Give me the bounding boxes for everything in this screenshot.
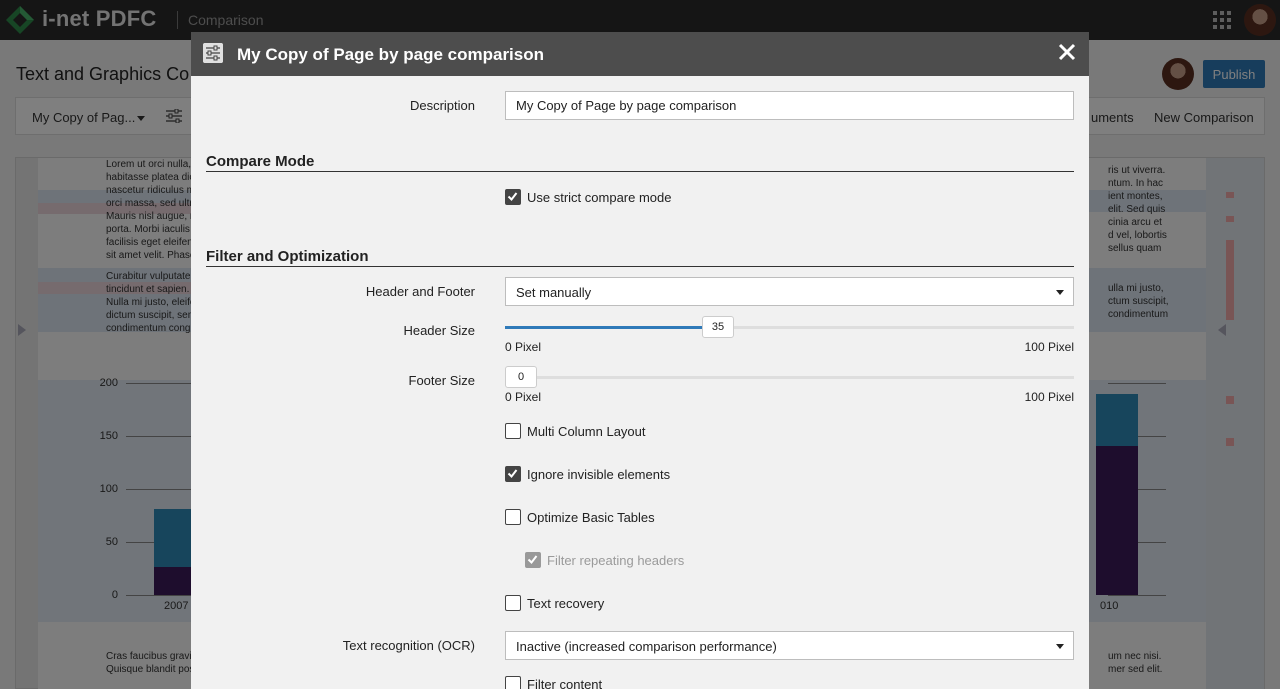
close-icon[interactable]	[1057, 42, 1077, 62]
ignore-invisible-checkbox[interactable]	[505, 466, 521, 482]
settings-sliders-icon	[203, 43, 223, 63]
check-icon	[527, 555, 538, 565]
filter-optimization-heading: Filter and Optimization	[206, 248, 369, 265]
ocr-select[interactable]: Inactive (increased comparison performan…	[505, 631, 1074, 660]
header-size-handle[interactable]: 35	[702, 316, 734, 338]
chevron-down-icon	[1056, 644, 1064, 649]
footer-size-slider[interactable]: 0	[505, 366, 1074, 390]
ocr-label: Text recognition (OCR)	[342, 638, 475, 653]
filter-repeating-checkbox	[525, 552, 541, 568]
slider-fill	[505, 326, 704, 329]
footer-size-handle[interactable]: 0	[505, 366, 537, 388]
header-size-min: 0 Pixel	[505, 340, 542, 354]
footer-size-min: 0 Pixel	[505, 390, 542, 404]
section-divider	[206, 171, 1074, 172]
multi-column-label[interactable]: Multi Column Layout	[527, 424, 646, 439]
ocr-value: Inactive (increased comparison performan…	[516, 639, 777, 654]
header-footer-label: Header and Footer	[365, 284, 475, 299]
text-recovery-label[interactable]: Text recovery	[527, 596, 604, 611]
header-footer-value: Set manually	[516, 285, 592, 300]
filter-content-checkbox[interactable]	[505, 676, 521, 689]
dialog-header: My Copy of Page by page comparison	[191, 32, 1089, 76]
header-size-max: 100 Pixel	[1024, 340, 1074, 354]
header-footer-select[interactable]: Set manually	[505, 277, 1074, 306]
filter-content-label[interactable]: Filter content	[527, 677, 602, 689]
footer-size-label: Footer Size	[408, 373, 475, 388]
strict-compare-label[interactable]: Use strict compare mode	[527, 190, 672, 205]
filter-repeating-label: Filter repeating headers	[547, 553, 685, 568]
footer-size-max: 100 Pixel	[1024, 390, 1074, 404]
ignore-invisible-label[interactable]: Ignore invisible elements	[527, 467, 670, 482]
header-size-label: Header Size	[403, 323, 475, 338]
section-divider	[206, 266, 1074, 267]
optimize-tables-checkbox[interactable]	[505, 509, 521, 525]
description-input[interactable]	[505, 91, 1074, 120]
comparison-settings-dialog: My Copy of Page by page comparison Descr…	[191, 32, 1089, 689]
multi-column-checkbox[interactable]	[505, 423, 521, 439]
optimize-tables-label[interactable]: Optimize Basic Tables	[527, 510, 655, 525]
description-label: Description	[409, 98, 475, 113]
chevron-down-icon	[1056, 290, 1064, 295]
check-icon	[507, 192, 518, 202]
compare-mode-heading: Compare Mode	[206, 153, 315, 170]
dialog-title: My Copy of Page by page comparison	[237, 45, 545, 64]
slider-track[interactable]	[505, 376, 1074, 379]
header-size-slider[interactable]: 35	[505, 316, 1074, 340]
text-recovery-checkbox[interactable]	[505, 595, 521, 611]
strict-compare-checkbox[interactable]	[505, 189, 521, 205]
check-icon	[507, 469, 518, 479]
